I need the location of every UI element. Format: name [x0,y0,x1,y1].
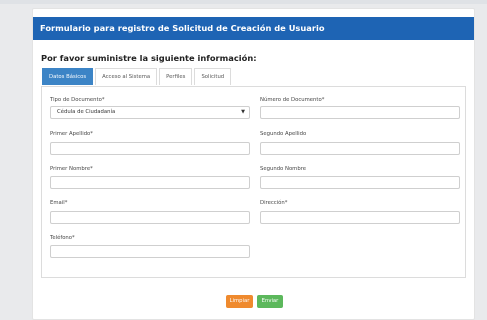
browser-top-strip [0,0,487,4]
form-card: Formulario para registro de Solicitud de… [32,8,475,320]
numero-documento-input[interactable] [260,106,460,119]
tipo-documento-label: Tipo de Documento* [50,97,105,103]
tab-perfiles[interactable]: Perfiles [159,68,193,85]
clear-button[interactable]: Limpiar [226,295,253,308]
send-button[interactable]: Enviar [257,295,283,308]
tipo-documento-select[interactable]: Cédula de Ciudadanía ▼ [50,106,250,119]
chevron-down-icon: ▼ [241,109,245,115]
email-input[interactable] [50,211,250,224]
segundo-apellido-label: Segundo Apellido [260,131,307,137]
tab-acceso-sistema[interactable]: Acceso al Sistema [95,68,158,85]
direccion-input[interactable] [260,211,460,224]
tipo-documento-value: Cédula de Ciudadanía [57,109,116,115]
form-subtitle: Por favor suministre la siguiente inform… [41,53,257,63]
tab-panel-datos-basicos: Tipo de Documento* Cédula de Ciudadanía … [41,86,466,278]
segundo-nombre-input[interactable] [260,176,460,189]
segundo-apellido-input[interactable] [260,142,460,155]
tab-bar: Datos Básicos Acceso al Sistema Perfiles… [42,68,233,86]
primer-nombre-label: Primer Nombre* [50,166,93,172]
segundo-nombre-label: Segundo Nombre [260,166,307,172]
direccion-label: Dirección* [260,200,288,206]
primer-apellido-input[interactable] [50,142,250,155]
email-label: Email* [50,200,68,206]
tab-datos-basicos[interactable]: Datos Básicos [42,68,94,85]
primer-nombre-input[interactable] [50,176,250,189]
tab-solicitud[interactable]: Solicitud [194,68,232,85]
form-title: Formulario para registro de Solicitud de… [33,17,474,40]
numero-documento-label: Número de Documento* [260,97,325,103]
telefono-input[interactable] [50,245,250,258]
telefono-label: Teléfono* [50,235,75,241]
primer-apellido-label: Primer Apellido* [50,131,93,137]
